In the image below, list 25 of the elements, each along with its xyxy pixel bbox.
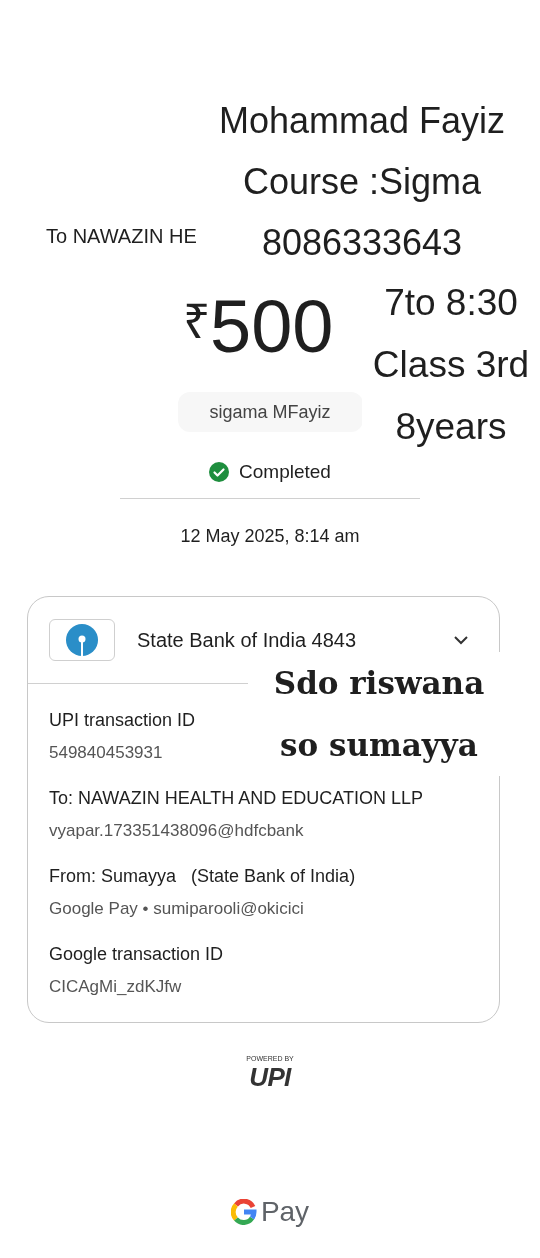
annotation-text: 8years <box>395 405 507 449</box>
status-label: Completed <box>239 459 331 484</box>
google-pay-logo: Pay <box>230 1191 310 1233</box>
detail-value: CICAgMi_zdKJfw <box>49 976 182 998</box>
bank-emblem-icon <box>66 624 98 656</box>
annotation-text: so sumayya <box>280 726 478 765</box>
annotation-text: Course :Sigma <box>242 160 482 204</box>
detail-label: To: NAWAZIN HEALTH AND EDUCATION LLP <box>49 787 424 810</box>
recipient-name: To NAWAZIN HE <box>46 224 197 249</box>
annotation-text: Sdo riswana <box>273 664 485 703</box>
note-chip: sigama MFayiz <box>177 392 363 432</box>
detail-value: 549840453931 <box>49 742 163 764</box>
detail-label: From: Sumayya (State Bank of India) <box>49 865 356 888</box>
annotation-text: Mohammad Fayiz <box>218 99 506 143</box>
annotation-text: 8086333643 <box>261 221 463 265</box>
chevron-down-icon[interactable] <box>452 634 470 646</box>
annotation-text: 7to 8:30 <box>384 281 518 325</box>
detail-label: Google transaction ID <box>49 943 224 966</box>
bank-account: State Bank of India 4843 <box>137 628 358 653</box>
detail-value: vyapar.173351438096@hdfcbank <box>49 820 304 842</box>
amount: $^{₹}$500 <box>183 284 334 367</box>
transaction-date: 12 May 2025, 8:14 am <box>180 525 360 548</box>
detail-value: Google Pay • sumiparooli@okicici <box>49 898 304 920</box>
detail-label: UPI transaction ID <box>49 709 196 732</box>
annotation-text: Class 3rd <box>372 343 530 387</box>
